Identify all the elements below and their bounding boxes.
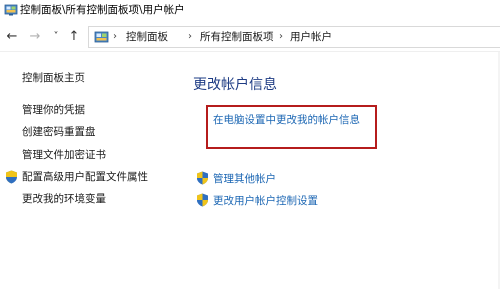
sidebar-item-home[interactable]: 控制面板主页 <box>22 71 85 85</box>
sidebar-item-environment-variables[interactable]: 更改我的环境变量 <box>22 192 106 206</box>
breadcrumb-user-accounts[interactable]: 用户帐户 <box>290 30 332 44</box>
forward-button[interactable]: → <box>27 28 43 46</box>
breadcrumb-control-panel[interactable]: 控制面板 <box>126 30 168 44</box>
breadcrumb-separator: › <box>113 31 117 42</box>
up-button[interactable]: ↑ <box>66 28 82 46</box>
back-arrow-icon: ← <box>6 29 18 44</box>
forward-arrow-icon: → <box>29 29 41 44</box>
divider <box>0 51 500 52</box>
navigation-bar: ← → ˅ ↑ › 控制面板 › 所有控制面板项 › 用户帐户 <box>0 24 500 50</box>
control-panel-icon <box>94 31 109 43</box>
shield-icon <box>197 193 208 207</box>
chevron-down-icon: ˅ <box>53 31 59 42</box>
page-title: 更改帐户信息 <box>193 77 277 93</box>
shield-icon <box>6 170 17 184</box>
recent-locations-button[interactable]: ˅ <box>48 28 64 46</box>
sidebar-item-password-reset[interactable]: 创建密码重置盘 <box>22 125 96 139</box>
shield-icon <box>197 171 208 185</box>
change-uac-settings-link[interactable]: 更改用户帐户控制设置 <box>213 194 318 208</box>
up-arrow-icon: ↑ <box>68 29 80 44</box>
breadcrumb-separator: › <box>279 31 283 42</box>
sidebar-item-advanced-profile[interactable]: 配置高级用户配置文件属性 <box>22 170 148 184</box>
control-panel-icon <box>4 4 18 16</box>
breadcrumb-all-items[interactable]: 所有控制面板项 <box>200 30 274 44</box>
highlight-annotation-box <box>206 105 377 149</box>
back-button[interactable]: ← <box>4 28 20 46</box>
address-bar[interactable]: › 控制面板 › 所有控制面板项 › 用户帐户 <box>88 26 500 48</box>
breadcrumb-separator: › <box>188 31 192 42</box>
manage-other-accounts-link[interactable]: 管理其他帐户 <box>213 172 276 186</box>
change-account-in-pc-settings-link[interactable]: 在电脑设置中更改我的帐户信息 <box>213 113 360 127</box>
sidebar-item-encryption-certs[interactable]: 管理文件加密证书 <box>22 148 106 162</box>
window-title: 控制面板\所有控制面板项\用户帐户 <box>20 4 185 16</box>
sidebar-item-credentials[interactable]: 管理你的凭据 <box>22 103 85 117</box>
control-panel-window: 控制面板\所有控制面板项\用户帐户 ← → ˅ ↑ › 控制面板 › 所有控制面… <box>0 0 500 289</box>
title-bar: 控制面板\所有控制面板项\用户帐户 <box>0 0 500 22</box>
